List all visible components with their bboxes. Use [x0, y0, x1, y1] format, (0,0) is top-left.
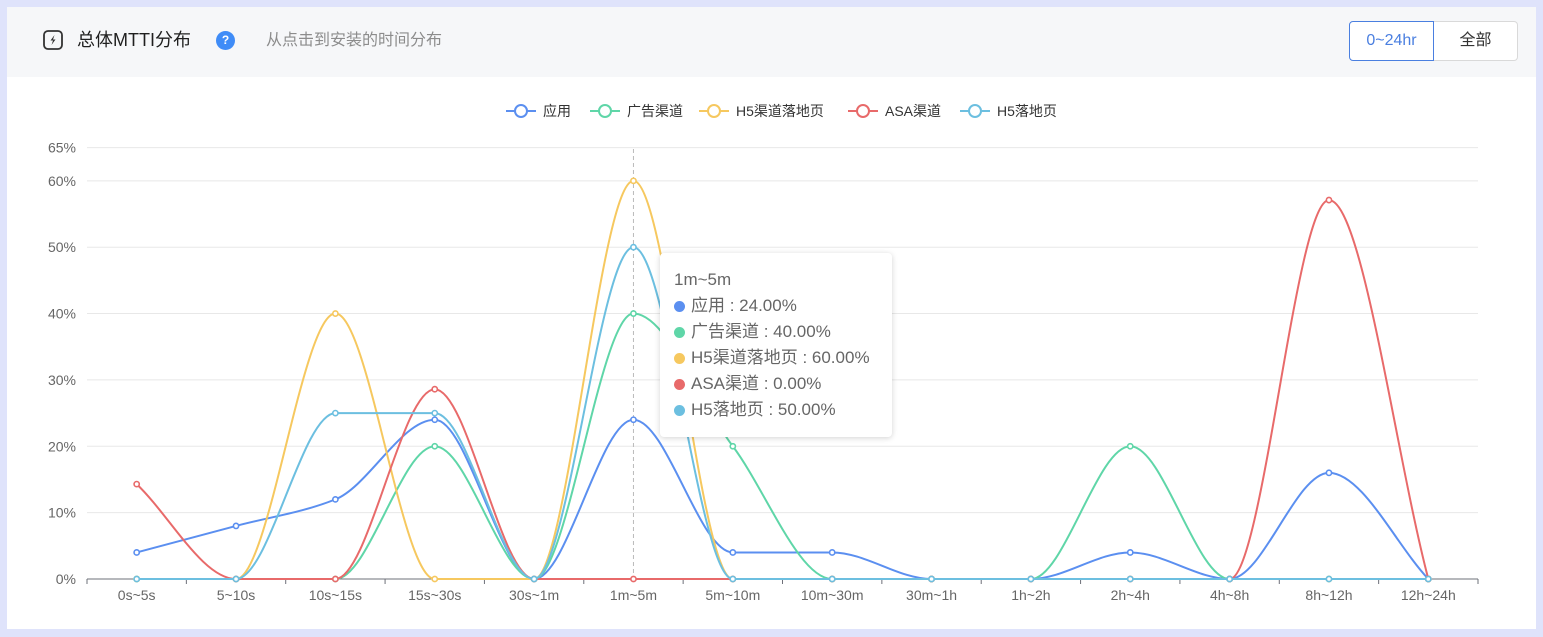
data-point[interactable] — [1027, 575, 1035, 583]
data-point[interactable] — [928, 575, 935, 583]
data-point[interactable] — [1325, 196, 1333, 204]
y-tick-label: 65% — [48, 140, 76, 156]
legend-item-2[interactable]: H5渠道落地页 — [699, 103, 824, 119]
x-tick-label: 0s~5s — [118, 587, 156, 603]
data-point[interactable] — [1325, 575, 1333, 583]
x-tick-label: 15s~30s — [408, 587, 461, 603]
data-point[interactable] — [1325, 469, 1333, 477]
data-point[interactable] — [828, 575, 836, 583]
x-tick-label: 5m~10m — [705, 587, 760, 603]
tooltip-dot-h5-landing — [674, 405, 685, 416]
y-tick-label: 60% — [48, 173, 76, 189]
x-tick-label: 2h~4h — [1111, 587, 1150, 603]
legend-label: 应用 — [543, 103, 571, 119]
data-point[interactable] — [133, 575, 141, 583]
x-tick-label: 30s~1m — [509, 587, 559, 603]
legend-item-4[interactable]: H5落地页 — [960, 103, 1057, 119]
tooltip-row-h5-landing: H5落地页 : 50.00% — [674, 397, 878, 423]
tooltip-row-asa: ASA渠道 : 0.00% — [674, 371, 878, 397]
x-tick-label: 12h~24h — [1401, 587, 1456, 603]
tooltip-row-ad: 广告渠道 : 40.00% — [674, 319, 878, 345]
data-point[interactable] — [1226, 575, 1234, 583]
data-point[interactable] — [630, 177, 637, 185]
data-point[interactable] — [431, 385, 439, 393]
data-point[interactable] — [331, 495, 339, 503]
data-point[interactable] — [331, 310, 339, 317]
data-point[interactable] — [630, 416, 637, 424]
data-point[interactable] — [331, 575, 339, 583]
data-point[interactable] — [331, 409, 339, 417]
y-tick-label: 50% — [48, 239, 76, 255]
x-tick-label: 1h~2h — [1011, 587, 1050, 603]
y-tick-label: 0% — [56, 571, 76, 587]
data-point[interactable] — [133, 549, 141, 556]
x-tick-label: 30m~1h — [906, 587, 957, 603]
legend-item-1[interactable]: 广告渠道 — [590, 103, 683, 119]
tooltip-row-h5-channel: H5渠道落地页 : 60.00% — [674, 345, 878, 371]
data-point[interactable] — [431, 409, 439, 417]
tooltip-dot-asa — [674, 379, 685, 390]
legend-label: H5渠道落地页 — [736, 103, 824, 119]
data-point[interactable] — [1424, 575, 1432, 583]
x-tick-label: 10m~30m — [801, 587, 864, 603]
y-tick-label: 20% — [48, 438, 76, 454]
tooltip-dot-h5-channel — [674, 353, 685, 364]
data-point[interactable] — [431, 442, 439, 450]
data-point[interactable] — [630, 575, 637, 583]
x-tick-label: 10s~15s — [309, 587, 362, 603]
x-tick-label: 5~10s — [217, 587, 256, 603]
tooltip-row-app: 应用 : 24.00% — [674, 293, 878, 319]
series-line-0 — [136, 418, 1430, 581]
y-tick-label: 40% — [48, 306, 76, 322]
data-point[interactable] — [630, 310, 637, 317]
x-tick-label: 8h~12h — [1305, 587, 1352, 603]
data-point[interactable] — [828, 549, 836, 556]
legend-item-3[interactable]: ASA渠道 — [848, 103, 941, 119]
data-point[interactable] — [1126, 575, 1134, 583]
y-tick-label: 30% — [48, 372, 76, 388]
legend-label: ASA渠道 — [885, 103, 941, 119]
chart-tooltip: 1m~5m 应用 : 24.00% 广告渠道 : 40.00% H5渠道落地页 … — [660, 253, 892, 437]
data-point[interactable] — [1126, 549, 1134, 556]
tooltip-dot-app — [674, 301, 685, 312]
y-tick-label: 10% — [48, 505, 76, 521]
data-point[interactable] — [530, 575, 538, 583]
tooltip-dot-ad — [674, 327, 685, 338]
data-point[interactable] — [729, 549, 737, 556]
legend-item-0[interactable]: 应用 — [506, 103, 571, 119]
legend-label: 广告渠道 — [627, 103, 683, 119]
tooltip-title: 1m~5m — [674, 270, 732, 289]
data-point[interactable] — [232, 575, 240, 583]
x-tick-label: 1m~5m — [610, 587, 657, 603]
data-point[interactable] — [729, 442, 737, 450]
legend-label: H5落地页 — [997, 103, 1057, 119]
data-point[interactable] — [431, 575, 439, 583]
data-point[interactable] — [431, 416, 439, 424]
data-point[interactable] — [133, 480, 141, 488]
data-point[interactable] — [232, 522, 240, 530]
data-point[interactable] — [1126, 442, 1134, 450]
x-tick-label: 4h~8h — [1210, 587, 1249, 603]
data-point[interactable] — [729, 575, 737, 583]
data-point[interactable] — [630, 243, 637, 251]
